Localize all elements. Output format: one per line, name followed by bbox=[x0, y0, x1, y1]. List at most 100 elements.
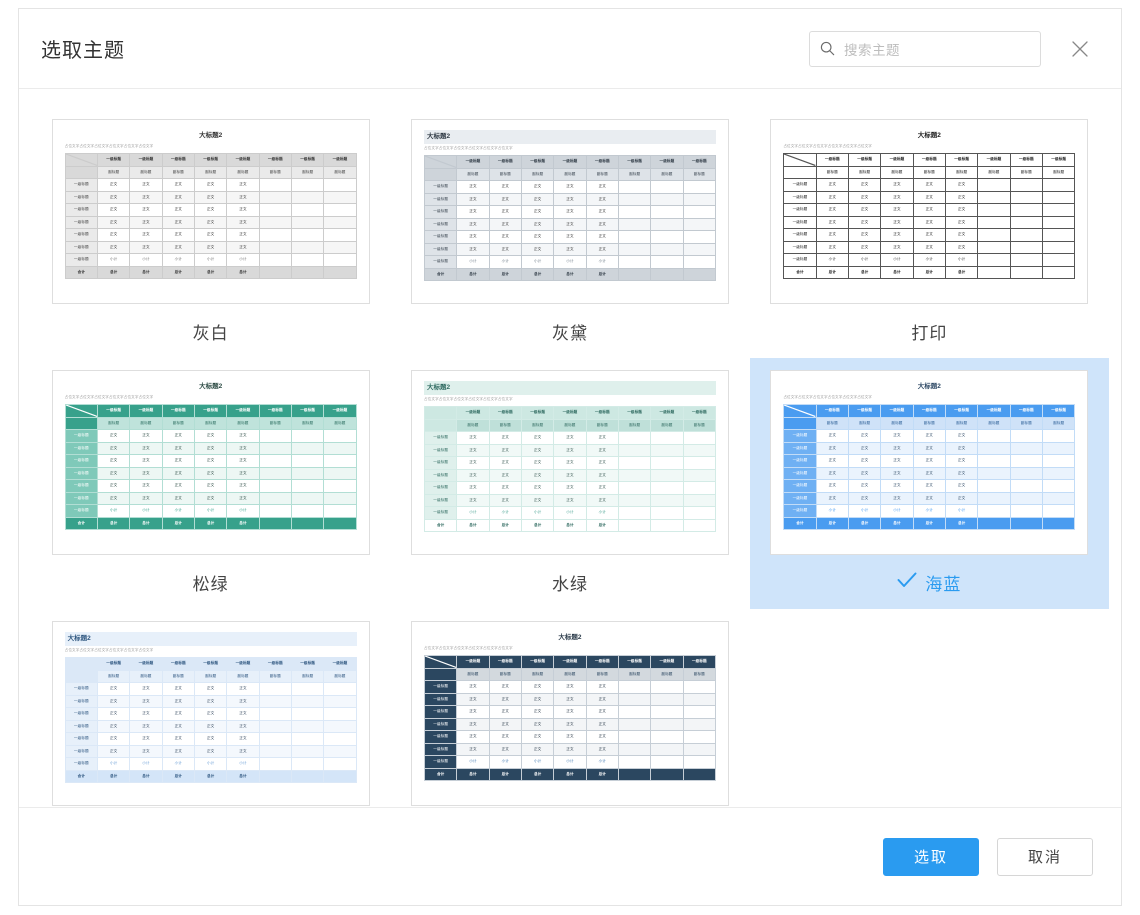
preview-cell: 正文 bbox=[227, 430, 259, 443]
preview-totals-cell: 总计 bbox=[194, 266, 226, 279]
preview-totals-label: 合计 bbox=[424, 268, 456, 281]
preview-cell bbox=[618, 469, 650, 482]
close-button[interactable] bbox=[1063, 32, 1097, 66]
preview-cell: 正文 bbox=[162, 455, 194, 468]
preview-cell: 正文 bbox=[489, 457, 521, 470]
preview-row-header: 一级标题 bbox=[424, 482, 456, 495]
preview-corner-cell-lower bbox=[424, 668, 456, 681]
preview-cell: 正文 bbox=[521, 243, 553, 256]
preview-totals-cell: 总计 bbox=[227, 266, 259, 279]
preview-table-row: 一级标题正文正文正文正文正文 bbox=[65, 204, 356, 217]
preview-cell bbox=[324, 467, 356, 480]
preview-cell: 正文 bbox=[97, 229, 129, 242]
preview-cell: 正文 bbox=[586, 243, 618, 256]
theme-card-tian-qing[interactable]: 大标题2占位文字占位文字占位文字占位文字占位文字占位文字一级标题一级标题一级标题… bbox=[31, 609, 390, 807]
preview-cell: 正文 bbox=[945, 455, 977, 468]
preview-cell: 正文 bbox=[586, 706, 618, 719]
preview-totals-cell: 总计 bbox=[945, 517, 977, 530]
theme-card-hui-dai[interactable]: 大标题2占位文字占位文字占位文字占位文字占位文字占位文字一级标题一级标题一级标题… bbox=[390, 107, 749, 358]
theme-card-song-lv[interactable]: 大标题2占位文字占位文字占位文字占位文字占位文字占位文字一级标题一级标题一级标题… bbox=[31, 358, 390, 609]
preview-table: 一级标题一级标题一级标题一级标题一级标题一级标题一级标题一级标题副标题副标题副标… bbox=[65, 153, 357, 279]
preview-corner-cell-lower bbox=[424, 168, 456, 181]
preview-cell: 正文 bbox=[945, 179, 977, 192]
preview-cell: 正文 bbox=[162, 191, 194, 204]
preview-cell bbox=[1010, 455, 1042, 468]
preview-totals-cell: 总计 bbox=[162, 266, 194, 279]
preview-cell: 正文 bbox=[457, 181, 489, 194]
preview-cell bbox=[324, 430, 356, 443]
preview-cell: 正文 bbox=[162, 733, 194, 746]
preview-subcolumn-header: 副标题 bbox=[651, 168, 683, 181]
preview-column-header: 一级标题 bbox=[259, 658, 291, 671]
theme-card-shui-lv[interactable]: 大标题2占位文字占位文字占位文字占位文字占位文字占位文字一级标题一级标题一级标题… bbox=[390, 358, 749, 609]
preview-cell: 正文 bbox=[913, 492, 945, 505]
preview-cell: 正文 bbox=[554, 444, 586, 457]
preview-cell: 小计 bbox=[457, 507, 489, 520]
preview-subcolumn-header: 副标题 bbox=[259, 670, 291, 683]
preview-cell bbox=[259, 179, 291, 192]
preview-totals-cell: 总计 bbox=[913, 266, 945, 279]
preview-cell bbox=[324, 745, 356, 758]
preview-row-header: 一级标题 bbox=[65, 241, 97, 254]
preview-cell: 正文 bbox=[227, 492, 259, 505]
preview-subcolumn-header: 副标题 bbox=[683, 668, 715, 681]
confirm-button[interactable]: 选取 bbox=[883, 838, 979, 876]
preview-cell: 正文 bbox=[194, 179, 226, 192]
preview-totals-cell: 总计 bbox=[227, 770, 259, 783]
preview-row-header: 一级标题 bbox=[784, 216, 816, 229]
preview-totals-cell bbox=[259, 517, 291, 530]
preview-cell: 正文 bbox=[130, 191, 162, 204]
preview-cell: 正文 bbox=[97, 733, 129, 746]
preview-cell bbox=[978, 505, 1010, 518]
preview-subcolumn-header: 副标题 bbox=[489, 668, 521, 681]
preview-cell: 正文 bbox=[194, 745, 226, 758]
preview-subcolumn-header: 副标题 bbox=[521, 419, 553, 432]
preview-corner-cell bbox=[424, 656, 456, 669]
theme-thumbnail: 大标题2占位文字占位文字占位文字占位文字占位文字占位文字一级标题一级标题一级标题… bbox=[411, 621, 729, 806]
theme-card-da-yin[interactable]: 大标题2占位文字占位文字占位文字占位文字占位文字占位文字一级标题一级标题一级标题… bbox=[750, 107, 1109, 358]
preview-row-header: 一级标题 bbox=[65, 442, 97, 455]
preview-cell: 正文 bbox=[97, 708, 129, 721]
preview-cell: 正文 bbox=[881, 241, 913, 254]
preview-row-header: 一级标题 bbox=[65, 492, 97, 505]
preview-table-row: 一级标题正文正文正文正文正文 bbox=[65, 745, 356, 758]
preview-table-row: 一级标题正文正文正文正文正文 bbox=[424, 457, 715, 470]
preview-totals-cell: 总计 bbox=[457, 268, 489, 281]
preview-column-header: 一级标题 bbox=[816, 154, 848, 167]
preview-column-header: 一级标题 bbox=[945, 405, 977, 418]
preview-row-header: 一级标题 bbox=[784, 492, 816, 505]
preview-cell: 小计 bbox=[521, 756, 553, 769]
preview-column-header: 一级标题 bbox=[194, 405, 226, 418]
preview-cell bbox=[259, 241, 291, 254]
theme-card-hui-bai[interactable]: 大标题2占位文字占位文字占位文字占位文字占位文字占位文字一级标题一级标题一级标题… bbox=[31, 107, 390, 358]
preview-table-row: 一级标题正文正文正文正文正文 bbox=[424, 193, 715, 206]
theme-card-hai-lan[interactable]: 大标题2占位文字占位文字占位文字占位文字占位文字占位文字一级标题一级标题一级标题… bbox=[750, 358, 1109, 609]
preview-cell: 正文 bbox=[521, 706, 553, 719]
theme-card-you-mo[interactable]: 大标题2占位文字占位文字占位文字占位文字占位文字占位文字一级标题一级标题一级标题… bbox=[390, 609, 749, 807]
preview-cell: 正文 bbox=[554, 206, 586, 219]
preview-totals-cell: 总计 bbox=[848, 266, 880, 279]
preview-cell bbox=[618, 693, 650, 706]
preview-cell: 小计 bbox=[586, 256, 618, 269]
theme-name: 打印 bbox=[911, 319, 947, 344]
preview-cell bbox=[1042, 204, 1074, 217]
search-input[interactable]: 搜索主题 bbox=[809, 31, 1041, 67]
preview-cell: 正文 bbox=[194, 204, 226, 217]
preview-subcolumn-header: 副标题 bbox=[913, 166, 945, 179]
preview-totals-cell: 总计 bbox=[97, 770, 129, 783]
preview-cell: 正文 bbox=[554, 231, 586, 244]
preview-cell bbox=[651, 706, 683, 719]
preview-column-header: 一级标题 bbox=[816, 405, 848, 418]
preview-corner-cell bbox=[424, 407, 456, 420]
preview-cell bbox=[259, 695, 291, 708]
preview-subcolumn-header: 副标题 bbox=[816, 417, 848, 430]
preview-totals-cell: 总计 bbox=[194, 517, 226, 530]
preview-subcolumn-header: 副标题 bbox=[130, 166, 162, 179]
cancel-button[interactable]: 取消 bbox=[997, 838, 1093, 876]
preview-cell bbox=[324, 733, 356, 746]
preview-table-row: 一级标题正文正文正文正文正文 bbox=[784, 179, 1075, 192]
preview-subcolumn-header: 副标题 bbox=[618, 419, 650, 432]
preview-cell: 正文 bbox=[816, 216, 848, 229]
preview-cell bbox=[1010, 241, 1042, 254]
dialog-footer: 选取 取消 bbox=[19, 807, 1121, 905]
